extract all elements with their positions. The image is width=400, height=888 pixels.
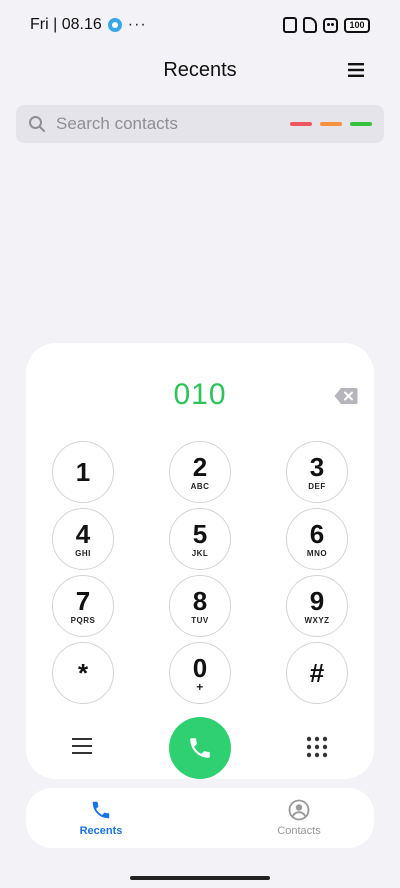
app-notification-icon bbox=[107, 18, 122, 32]
call-button[interactable] bbox=[169, 717, 231, 779]
battery-level: 100 bbox=[349, 20, 365, 30]
key-2[interactable]: 2 ABC bbox=[169, 441, 231, 503]
green-dash bbox=[350, 122, 372, 126]
key-digit: 8 bbox=[192, 585, 208, 616]
hamburger-menu-icon bbox=[348, 63, 364, 77]
contacts-icon bbox=[288, 799, 310, 821]
key-letters: MNO bbox=[306, 548, 328, 558]
key-0[interactable]: 0 + bbox=[169, 642, 231, 704]
key-digit: 4 bbox=[75, 518, 91, 549]
key-9[interactable]: 9 WXYZ bbox=[286, 575, 348, 637]
key-6[interactable]: 6 MNO bbox=[286, 508, 348, 570]
list-icon bbox=[72, 738, 92, 754]
key-8[interactable]: 8 TUV bbox=[169, 575, 231, 637]
dialpad: 010 1 2 ABC 3 DEF 4 GHI 5 JKL 6 MNO 7 PQRS 8 TUV 9 WXYZ *… bbox=[26, 343, 374, 779]
search-input[interactable]: Search contacts bbox=[56, 114, 290, 134]
key-5[interactable]: 5 JKL bbox=[169, 508, 231, 570]
status-time: Fri | 08.16 bbox=[30, 16, 102, 33]
status-bar: Fri | 08.16 ··· 100 bbox=[0, 0, 400, 50]
key-letters: WXYZ bbox=[304, 615, 330, 625]
search-icon bbox=[29, 116, 45, 132]
key-1[interactable]: 1 bbox=[52, 441, 114, 503]
keypad-icon bbox=[306, 736, 328, 758]
key-digit: 2 bbox=[192, 451, 208, 482]
sim-card-icon bbox=[303, 17, 317, 33]
tab-contacts[interactable]: Contacts bbox=[264, 799, 334, 837]
vibrate-icon bbox=[283, 17, 297, 33]
color-indicator bbox=[290, 122, 372, 126]
key-letters: + bbox=[196, 679, 204, 694]
menu-button[interactable] bbox=[342, 56, 370, 84]
dialpad-actions bbox=[26, 717, 374, 779]
phone-icon bbox=[92, 801, 110, 819]
page-title: Recents bbox=[163, 58, 237, 81]
battery-icon: 100 bbox=[344, 17, 370, 33]
tab-recents-label: Recents bbox=[79, 825, 123, 837]
red-dash bbox=[290, 122, 312, 126]
key-7[interactable]: 7 PQRS bbox=[52, 575, 114, 637]
face-status-icon bbox=[323, 17, 338, 33]
key-star[interactable]: * bbox=[52, 642, 114, 704]
tab-contacts-label: Contacts bbox=[277, 825, 321, 837]
header: Recents bbox=[0, 50, 400, 90]
key-hash[interactable]: # bbox=[286, 642, 348, 704]
key-digit: 5 bbox=[192, 518, 208, 549]
key-digit: 7 bbox=[75, 585, 91, 616]
orange-dash bbox=[320, 122, 342, 126]
key-digit: 6 bbox=[309, 518, 325, 549]
backspace-icon bbox=[334, 388, 358, 404]
key-letters: DEF bbox=[308, 481, 326, 491]
key-3[interactable]: 3 DEF bbox=[286, 441, 348, 503]
phone-icon bbox=[190, 738, 210, 758]
key-4[interactable]: 4 GHI bbox=[52, 508, 114, 570]
dialpad-menu-button[interactable] bbox=[72, 737, 92, 757]
key-letters: JKL bbox=[191, 548, 209, 558]
hide-keypad-button[interactable] bbox=[306, 736, 328, 758]
key-digit: 1 bbox=[75, 457, 91, 487]
key-letters: GHI bbox=[75, 548, 91, 558]
more-notifications-icon: ··· bbox=[127, 16, 147, 33]
key-digit: 9 bbox=[309, 585, 325, 616]
bottom-nav: Recents Contacts bbox=[26, 788, 374, 848]
home-indicator[interactable] bbox=[130, 876, 270, 880]
key-letters: PQRS bbox=[70, 615, 96, 625]
search-bar[interactable]: Search contacts bbox=[16, 105, 384, 143]
backspace-button[interactable] bbox=[334, 387, 358, 405]
key-digit: # bbox=[309, 658, 325, 688]
status-left: Fri | 08.16 ··· bbox=[30, 16, 147, 34]
key-digit: * bbox=[77, 658, 89, 688]
status-right: 100 bbox=[283, 17, 370, 33]
key-digit: 0 bbox=[192, 652, 208, 683]
key-letters: TUV bbox=[191, 615, 209, 625]
key-digit: 3 bbox=[309, 451, 325, 482]
dialed-number: 010 bbox=[173, 378, 227, 411]
tab-recents[interactable]: Recents bbox=[66, 799, 136, 837]
key-letters: ABC bbox=[190, 481, 210, 491]
